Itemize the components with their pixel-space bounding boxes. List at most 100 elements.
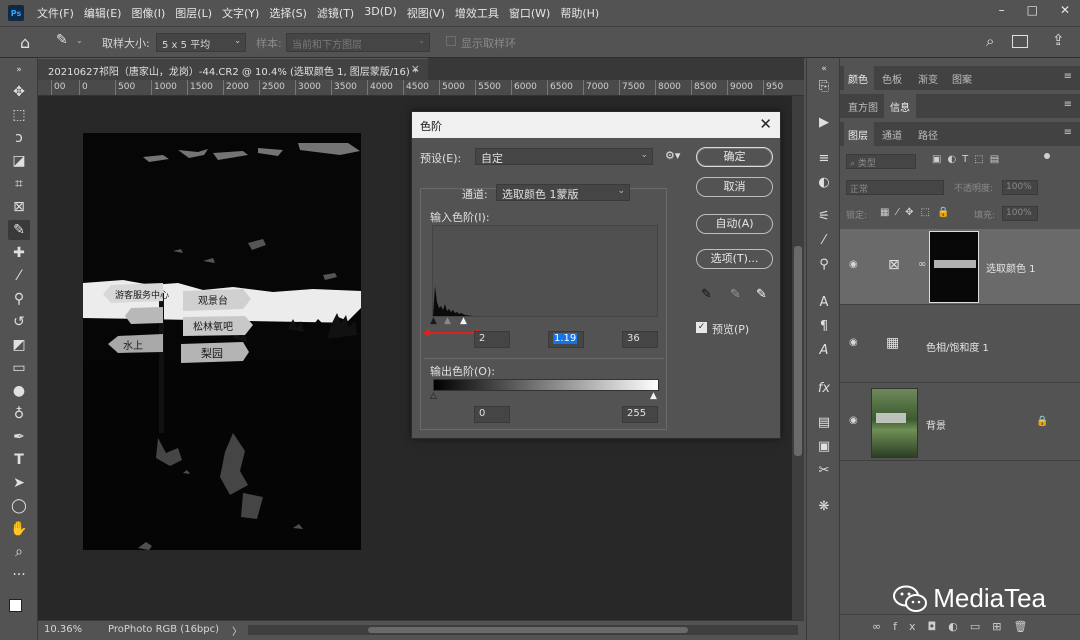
blur-tool-icon[interactable]: ● [8,381,30,401]
preset-options-gear-icon[interactable]: ⚙▾ [665,149,680,162]
layer-filter-icons[interactable]: ▣◐T⬚▤ [932,154,1005,165]
zoom-tool-icon[interactable]: ⌕ [8,542,30,562]
panel-menu-icon[interactable]: ≡ [1064,71,1072,82]
actions-panel-icon[interactable]: ▶ [815,114,833,132]
menu-item[interactable]: 增效工具 [450,5,504,21]
output-black-slider[interactable]: △ [430,391,437,401]
brush-settings-icon[interactable]: ⚟ [815,208,833,226]
history-panel-icon[interactable]: ⎘ [815,78,833,96]
menu-item[interactable]: 文件(F) [32,5,79,21]
glyphs-panel-icon[interactable]: A [815,342,833,360]
scrollbar-thumb[interactable] [368,627,688,633]
eyedropper-tool-icon[interactable]: ✎ [56,32,68,48]
lasso-tool-icon[interactable]: ↄ [8,128,30,148]
history-brush-tool-icon[interactable]: ↺ [8,312,30,332]
visibility-eye-icon[interactable]: ◉ [849,259,858,270]
menu-item[interactable]: 选择(S) [264,5,312,21]
gradient-tool-icon[interactable]: ▭ [8,358,30,378]
visibility-eye-icon[interactable]: ◉ [849,337,858,348]
preview-checkbox[interactable]: ✓ [696,322,707,333]
more-tools-icon[interactable]: ··· [8,565,30,585]
vertical-scrollbar[interactable] [792,96,804,620]
layer-row-selective-color[interactable]: ◉ ⊠ ∞ 选取颜色 1 [840,229,1080,305]
output-white-slider[interactable]: ▲ [650,391,657,401]
spot-heal-tool-icon[interactable]: ✚ [8,243,30,263]
search-icon[interactable]: ⌕ [986,32,994,50]
lock-icons[interactable]: ▦⁄✥⬚🔒 [880,207,956,218]
styles-panel-icon[interactable]: fx [815,380,833,398]
move-tool-icon[interactable]: ✥ [8,82,30,102]
panel-menu-icon[interactable]: ≡ [1064,127,1072,138]
options-button[interactable]: 选项(T)... [696,249,773,269]
character-panel-icon[interactable]: A [815,294,833,312]
close-icon[interactable]: ✕ [759,115,772,133]
tab-color[interactable]: 颜色 [848,71,868,86]
background-layer-thumbnail[interactable] [871,388,918,458]
output-white-field[interactable]: 255 [622,406,658,423]
white-eyedropper-icon[interactable]: ✎ [756,287,767,302]
adjustments-panel-icon[interactable]: ≡ [815,150,833,168]
lock-icon[interactable]: 🔒 [1036,416,1048,427]
opacity-field[interactable]: 100% [1002,180,1038,195]
gray-eyedropper-icon[interactable]: ✎ [730,287,741,302]
hand-tool-icon[interactable]: ✋ [8,519,30,539]
tab-histogram[interactable]: 直方图 [848,99,878,114]
share-icon[interactable]: ⇪ [1052,31,1065,49]
dodge-tool-icon[interactable]: ♁ [8,404,30,424]
input-white-field[interactable]: 36 [622,331,658,348]
gamma-slider[interactable]: ▲ [444,316,451,326]
menu-item[interactable]: 图层(L) [170,5,217,21]
shape-tool-icon[interactable]: ◯ [8,496,30,516]
menu-item[interactable]: 编辑(E) [79,5,127,21]
tab-info[interactable]: 信息 [890,99,910,114]
status-arrow-icon[interactable]: 〉 [232,623,242,638]
libraries-panel-icon[interactable]: ▤ [815,414,833,432]
black-point-slider[interactable]: ▲ [430,316,437,326]
panel-menu-icon[interactable]: ≡ [1064,99,1072,110]
brushes-panel-icon[interactable]: ⁄ [815,232,833,250]
black-eyedropper-icon[interactable]: ✎ [701,287,712,302]
tab-channels[interactable]: 通道 [882,127,902,142]
layer-footer-icons[interactable]: ∞fx◘◐▭⊞🗑 [872,620,1039,633]
menu-item[interactable]: 帮助(H) [555,5,604,21]
layer-kind-filter[interactable]: ⌕ 类型 [846,154,916,169]
auto-button[interactable]: 自动(A) [696,214,773,234]
clone-source-icon[interactable]: ⚲ [815,256,833,274]
collapse-icon[interactable]: « [815,60,833,78]
cancel-button[interactable]: 取消 [696,177,773,197]
link-icon[interactable]: ∞ [918,259,926,270]
paragraph-panel-icon[interactable]: ¶ [815,318,833,336]
fill-field[interactable]: 100% [1002,206,1038,221]
white-point-slider[interactable]: ▲ [460,316,467,326]
layer-row-hue-saturation[interactable]: ◉ ▦ 色相/饱和度 1 [840,307,1080,383]
sample-size-select[interactable]: 5 x 5 平均 ⌄ [156,33,246,52]
tab-patterns[interactable]: 图案 [952,71,972,86]
visibility-eye-icon[interactable]: ◉ [849,415,858,426]
frame-tool-icon[interactable]: ⊠ [8,197,30,217]
output-black-field[interactable]: 0 [474,406,510,423]
menu-item[interactable]: 3D(D) [359,5,402,21]
minimize-icon[interactable]: – [999,3,1005,17]
maximize-icon[interactable]: □ [1027,3,1038,17]
close-icon[interactable]: × [411,62,420,75]
menu-item[interactable]: 窗口(W) [504,5,555,21]
show-ring-checkbox[interactable] [446,36,456,46]
tab-gradients[interactable]: 渐变 [918,71,938,86]
menu-item[interactable]: 图像(I) [126,5,170,21]
menu-item[interactable]: 文字(Y) [217,5,264,21]
tool-presets-icon[interactable]: ✂ [815,462,833,480]
menu-item[interactable]: 视图(V) [402,5,450,21]
pen-tool-icon[interactable]: ✒ [8,427,30,447]
quick-select-tool-icon[interactable]: ◪ [8,151,30,171]
clone-stamp-tool-icon[interactable]: ⚲ [8,289,30,309]
input-black-field[interactable]: 2 [474,331,510,348]
brush-tool-icon[interactable]: ⁄ [8,266,30,286]
eraser-tool-icon[interactable]: ◩ [8,335,30,355]
type-tool-icon[interactable]: T [8,450,30,470]
filter-toggle-icon[interactable] [1044,153,1050,159]
ok-button[interactable]: 确定 [696,147,773,167]
tab-swatches[interactable]: 色板 [882,71,902,86]
close-icon[interactable]: ✕ [1060,3,1070,17]
notes-panel-icon[interactable]: ▣ [815,438,833,456]
properties-panel-icon[interactable]: ◐ [815,174,833,192]
